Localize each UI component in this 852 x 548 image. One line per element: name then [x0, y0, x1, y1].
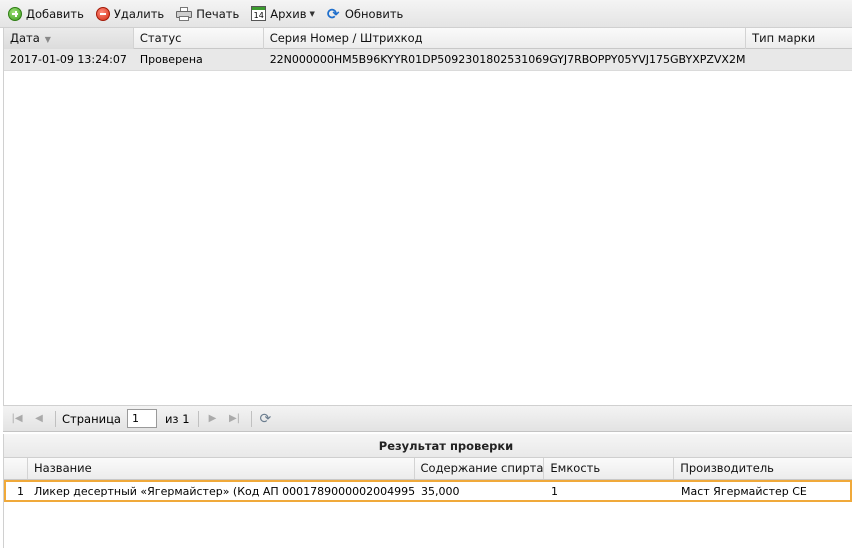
prev-page-icon[interactable]: ◀ — [31, 411, 47, 427]
column-header-alcohol-label: Содержание спирта — [420, 461, 544, 475]
grid-header: Дата ▼ Статус Серия Номер / Штрихкод Тип … — [4, 28, 852, 49]
toolbar: Добавить Удалить Печать 14 Архив ▼ ⟳ Обн… — [0, 0, 852, 28]
column-header-barcode-label: Серия Номер / Штрихкод — [269, 31, 423, 45]
column-header-producer[interactable]: Производитель — [674, 458, 852, 479]
refresh-button-label: Обновить — [344, 6, 404, 21]
cell-date: 2017-01-09 13:24:07 — [10, 53, 127, 66]
refresh-icon: ⟳ — [326, 4, 340, 23]
print-button[interactable]: Печать — [176, 3, 239, 25]
marks-grid: Дата ▼ Статус Серия Номер / Штрихкод Тип … — [3, 28, 852, 405]
calendar-icon: 14 — [251, 6, 267, 21]
column-header-date[interactable]: Дата ▼ — [4, 28, 134, 49]
column-header-name[interactable]: Название — [28, 458, 415, 479]
delete-button-label: Удалить — [113, 6, 165, 21]
printer-icon — [176, 6, 193, 21]
print-button-label: Печать — [196, 6, 240, 21]
result-grid-header: Название Содержание спирта Емкость Произ… — [4, 458, 852, 480]
chevron-down-icon: ▼ — [309, 9, 315, 18]
column-header-mark-type[interactable]: Тип марки — [746, 28, 852, 49]
column-header-row-number — [4, 458, 28, 479]
first-page-icon[interactable]: |◀ — [9, 411, 25, 427]
cell-row-number: 1 — [17, 485, 24, 498]
add-button[interactable]: Добавить — [8, 3, 84, 25]
column-header-barcode[interactable]: Серия Номер / Штрихкод — [264, 28, 747, 49]
cell-mark-type — [746, 49, 852, 70]
column-header-mark-type-label: Тип марки — [752, 31, 816, 45]
delete-icon — [95, 6, 110, 21]
archive-button[interactable]: 14 Архив ▼ — [251, 3, 315, 25]
divider — [250, 410, 252, 427]
last-page-icon[interactable]: ▶| — [227, 411, 243, 427]
cell-barcode: 22N000000HM5B96KYYR01DP5092301802531069G… — [269, 53, 747, 66]
cell-alcohol: 35,000 — [421, 485, 460, 498]
refresh-button[interactable]: ⟳ Обновить — [327, 3, 403, 25]
archive-button-label: Архив — [270, 6, 307, 21]
column-header-capacity[interactable]: Емкость — [544, 458, 675, 479]
column-header-date-label: Дата — [10, 31, 40, 45]
page-number-input[interactable] — [126, 409, 157, 428]
column-header-capacity-label: Емкость — [550, 461, 601, 475]
result-row-selected[interactable]: 1 Ликер десертный «Ягермайстер» (Код АП … — [4, 480, 852, 502]
sort-desc-icon: ▼ — [44, 35, 51, 44]
pager-refresh-icon[interactable]: ⟳ — [260, 411, 272, 427]
divider — [55, 410, 56, 427]
page-label: Страница — [62, 411, 121, 426]
column-header-status[interactable]: Статус — [134, 28, 264, 49]
divider — [197, 410, 199, 427]
cell-capacity: 1 — [551, 485, 558, 498]
add-button-label: Добавить — [26, 6, 84, 21]
check-result-panel: Результат проверки Название Содержание с… — [3, 434, 852, 548]
column-header-producer-label: Производитель — [680, 461, 774, 475]
column-header-status-label: Статус — [139, 31, 182, 45]
result-panel-title: Результат проверки — [4, 434, 852, 458]
cell-producer: Маст Ягермайстер СЕ — [681, 485, 807, 498]
next-page-icon[interactable]: ▶ — [205, 411, 221, 427]
column-header-name-label: Название — [33, 461, 92, 475]
table-row[interactable]: 2017-01-09 13:24:07 Проверена 22N000000H… — [4, 49, 852, 71]
page-count-label: из 1 — [164, 411, 190, 426]
cell-name: Ликер десертный «Ягермайстер» (Код АП 00… — [34, 485, 415, 498]
delete-button[interactable]: Удалить — [95, 3, 165, 25]
column-header-alcohol[interactable]: Содержание спирта — [415, 458, 545, 479]
add-icon — [8, 6, 22, 21]
cell-status: Проверена — [139, 53, 203, 66]
pagination-bar: |◀ ◀ Страница из 1 ▶ ▶| ⟳ — [3, 405, 852, 432]
